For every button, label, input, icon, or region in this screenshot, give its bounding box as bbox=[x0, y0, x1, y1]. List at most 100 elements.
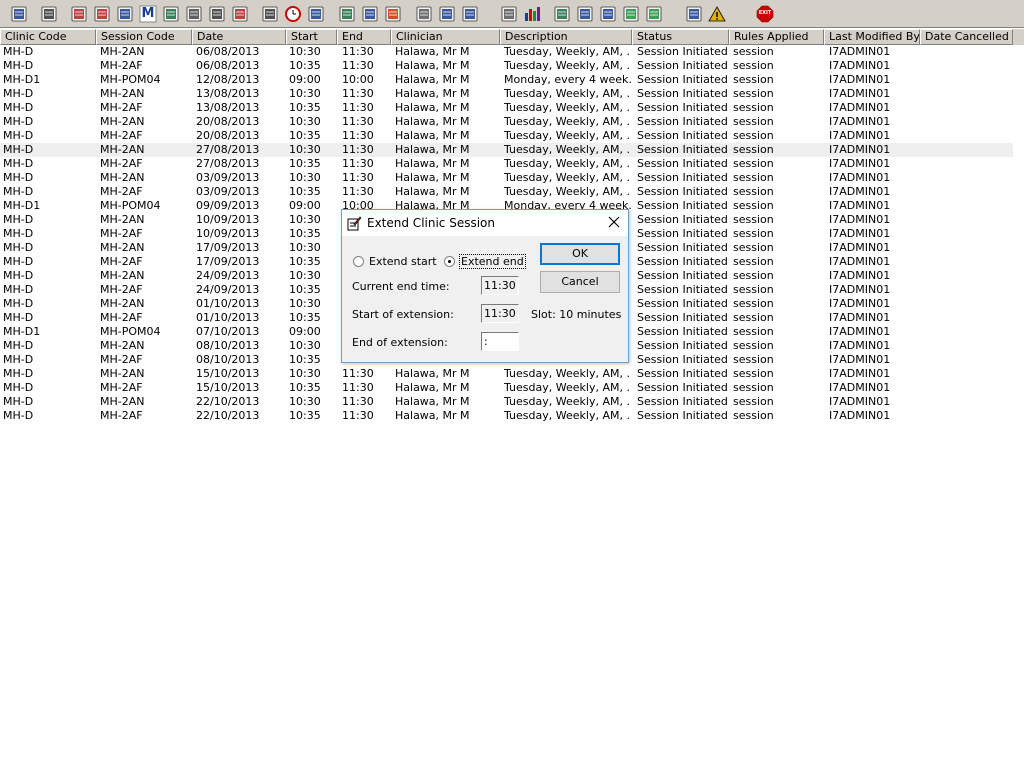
exit-icon[interactable]: EXIT bbox=[754, 3, 776, 25]
table-row[interactable]: MH-D MH-2AN 15/10/2013 10:30 11:30 Halawa, Mr… bbox=[0, 367, 1013, 381]
table-cell: 09:00 bbox=[289, 325, 321, 338]
printer-icon[interactable] bbox=[38, 3, 60, 25]
table-cell: MH-D bbox=[3, 395, 34, 408]
table-cell: 10:35 bbox=[289, 185, 321, 198]
table-cell: 24/09/2013 bbox=[196, 283, 260, 296]
table-cell: MH-2AF bbox=[100, 101, 143, 114]
notepad-icon[interactable] bbox=[413, 3, 435, 25]
table-cell: 17/09/2013 bbox=[196, 241, 260, 254]
start-of-extension-field[interactable]: 11:30 bbox=[481, 304, 519, 323]
calculator-icon[interactable] bbox=[114, 3, 136, 25]
user-lookup-icon[interactable] bbox=[8, 3, 30, 25]
green-arrow-icon[interactable] bbox=[643, 3, 665, 25]
table-cell: MH-D1 bbox=[3, 325, 41, 338]
column-header-clinic-code[interactable]: Clinic Code bbox=[0, 29, 96, 45]
table-row[interactable]: MH-D MH-2AN 27/08/2013 10:30 11:30 Halawa, Mr… bbox=[0, 143, 1013, 157]
flag-icon[interactable] bbox=[229, 3, 251, 25]
column-header-date[interactable]: Date bbox=[192, 29, 286, 45]
edit-record-icon[interactable] bbox=[91, 3, 113, 25]
radio-circle[interactable] bbox=[444, 256, 455, 267]
table-cell: MH-2AF bbox=[100, 283, 143, 296]
table-cell: 06/08/2013 bbox=[196, 59, 260, 72]
dialog-title: Extend Clinic Session bbox=[367, 216, 495, 230]
clock-icon[interactable] bbox=[282, 3, 304, 25]
table-cell: session bbox=[733, 241, 774, 254]
table-cell: Halawa, Mr M bbox=[395, 367, 470, 380]
transport-icon[interactable] bbox=[206, 3, 228, 25]
table-cell: Session Initiated bbox=[637, 297, 728, 310]
table-cell: I7ADMIN01 bbox=[829, 353, 891, 366]
column-header-clinician[interactable]: Clinician bbox=[391, 29, 500, 45]
table-row[interactable]: MH-D MH-2AF 22/10/2013 10:35 11:30 Halawa, Mr… bbox=[0, 409, 1013, 423]
table-cell bbox=[925, 45, 1012, 59]
table-cell: I7ADMIN01 bbox=[829, 87, 891, 100]
column-header-end[interactable]: End bbox=[337, 29, 391, 45]
printer-person-icon[interactable] bbox=[459, 3, 481, 25]
table-cell: Halawa, Mr M bbox=[395, 171, 470, 184]
table-cell: 10:35 bbox=[289, 227, 321, 240]
table-row[interactable]: MH-D MH-2AN 06/08/2013 10:30 11:30 Halawa, Mr… bbox=[0, 45, 1013, 59]
globe-icon[interactable] bbox=[551, 3, 573, 25]
column-header-date-cancelled[interactable]: Date Cancelled bbox=[920, 29, 1013, 45]
column-header-session-code[interactable]: Session Code bbox=[96, 29, 192, 45]
table-row[interactable]: MH-D MH-2AN 13/08/2013 10:30 11:30 Halawa, Mr… bbox=[0, 87, 1013, 101]
table-cell: Session Initiated bbox=[637, 213, 728, 226]
person-icon[interactable] bbox=[160, 3, 182, 25]
bar-chart-icon[interactable] bbox=[521, 3, 543, 25]
table-cell: MH-2AF bbox=[100, 381, 143, 394]
check-list-icon[interactable] bbox=[597, 3, 619, 25]
monitor-icon[interactable] bbox=[305, 3, 327, 25]
compass-icon[interactable] bbox=[382, 3, 404, 25]
green-check-icon[interactable] bbox=[620, 3, 642, 25]
table-cell: Halawa, Mr M bbox=[395, 381, 470, 394]
table-cell: session bbox=[733, 73, 774, 86]
table-cell: I7ADMIN01 bbox=[829, 143, 891, 156]
extend-start-radio[interactable]: Extend start bbox=[353, 255, 437, 268]
table-cell: 13/08/2013 bbox=[196, 87, 260, 100]
table-row[interactable]: MH-D MH-2AF 20/08/2013 10:35 11:30 Halawa, Mr… bbox=[0, 129, 1013, 143]
extend-end-radio[interactable]: Extend end bbox=[444, 254, 526, 269]
swap-icon[interactable] bbox=[683, 3, 705, 25]
table-cell: I7ADMIN01 bbox=[829, 227, 891, 240]
table-row[interactable]: MH-D MH-2AF 13/08/2013 10:35 11:30 Halawa, Mr… bbox=[0, 101, 1013, 115]
column-header-status[interactable]: Status bbox=[632, 29, 729, 45]
cancel-button[interactable]: Cancel bbox=[540, 271, 620, 293]
radio-circle[interactable] bbox=[353, 256, 364, 267]
close-icon[interactable] bbox=[606, 214, 622, 230]
table-row[interactable]: MH-D MH-2AF 03/09/2013 10:35 11:30 Halawa, Mr… bbox=[0, 185, 1013, 199]
book-icon[interactable] bbox=[68, 3, 90, 25]
message-icon[interactable] bbox=[359, 3, 381, 25]
table-cell: session bbox=[733, 199, 774, 212]
column-header-last-modified-by[interactable]: Last Modified By bbox=[824, 29, 920, 45]
table-cell: 09:00 bbox=[289, 73, 321, 86]
table-cell bbox=[925, 101, 1012, 115]
column-header-rules-applied[interactable]: Rules Applied bbox=[729, 29, 824, 45]
table-row[interactable]: MH-D MH-2AF 27/08/2013 10:35 11:30 Halawa, Mr… bbox=[0, 157, 1013, 171]
table-row[interactable]: MH-D MH-2AN 22/10/2013 10:30 11:30 Halawa, Mr… bbox=[0, 395, 1013, 409]
table-cell: 10:30 bbox=[289, 297, 321, 310]
check-doc-icon[interactable] bbox=[574, 3, 596, 25]
warning-icon[interactable] bbox=[706, 3, 728, 25]
column-header-description[interactable]: Description bbox=[500, 29, 632, 45]
chart-doc-icon[interactable] bbox=[336, 3, 358, 25]
table-cell: 20/08/2013 bbox=[196, 129, 260, 142]
search-doc-icon[interactable] bbox=[259, 3, 281, 25]
column-header-start[interactable]: Start bbox=[286, 29, 337, 45]
table-row[interactable]: MH-D MH-2AF 06/08/2013 10:35 11:30 Halawa, Mr… bbox=[0, 59, 1013, 73]
table-cell: Session Initiated bbox=[637, 353, 728, 366]
table-cell: Tuesday, Weekly, AM, ... bbox=[504, 185, 631, 198]
end-of-extension-field[interactable]: : bbox=[481, 332, 519, 351]
table-row[interactable]: MH-D1 MH-POM04 12/08/2013 09:00 10:00 Halawa,… bbox=[0, 73, 1013, 87]
notes-icon[interactable] bbox=[183, 3, 205, 25]
page-icon[interactable] bbox=[498, 3, 520, 25]
letter-m-icon[interactable]: M bbox=[137, 3, 159, 25]
table-row[interactable]: MH-D MH-2AF 15/10/2013 10:35 11:30 Halawa, Mr… bbox=[0, 381, 1013, 395]
table-cell: Tuesday, Weekly, AM, ... bbox=[504, 129, 631, 142]
table-cell: MH-D bbox=[3, 227, 34, 240]
ok-button[interactable]: OK bbox=[540, 243, 620, 265]
table-cell: MH-D bbox=[3, 409, 34, 422]
printer-small-icon[interactable] bbox=[436, 3, 458, 25]
table-row[interactable]: MH-D MH-2AN 03/09/2013 10:30 11:30 Halawa, Mr… bbox=[0, 171, 1013, 185]
table-cell: session bbox=[733, 115, 774, 128]
table-row[interactable]: MH-D MH-2AN 20/08/2013 10:30 11:30 Halawa, Mr… bbox=[0, 115, 1013, 129]
